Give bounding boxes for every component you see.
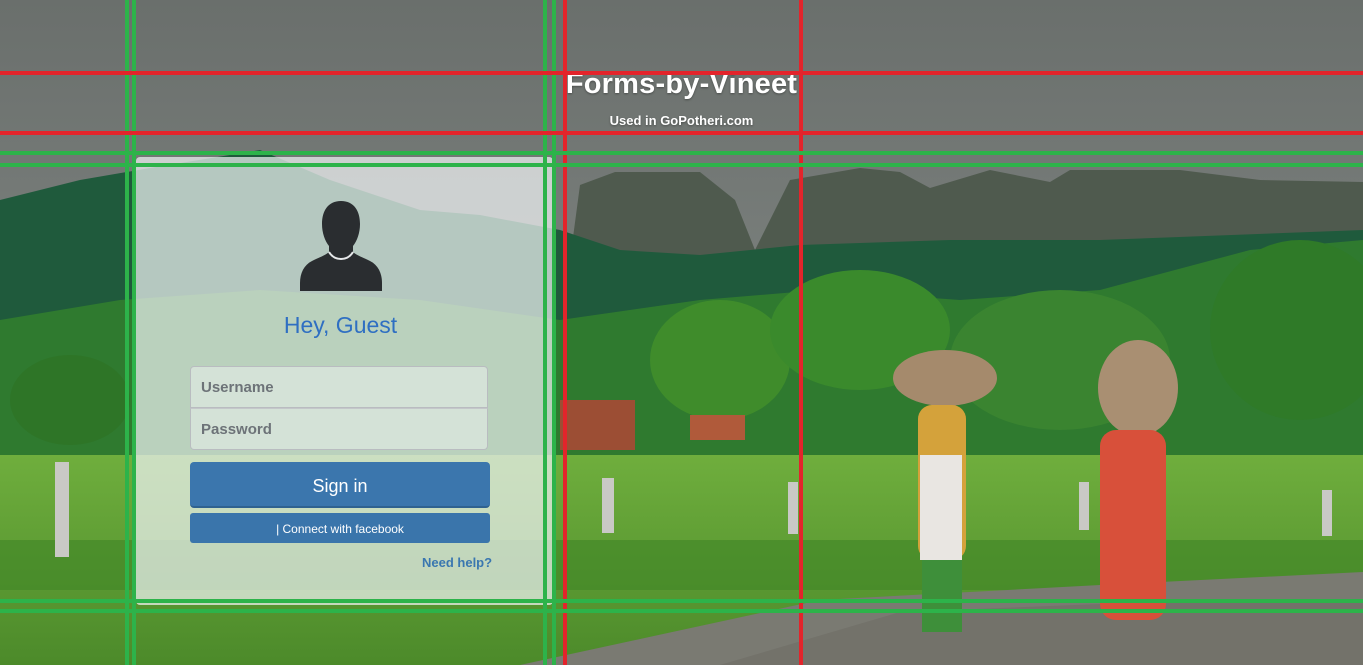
- guide-line-vertical: [552, 0, 556, 665]
- guide-line-vertical: [125, 0, 129, 665]
- user-silhouette-icon: [300, 201, 382, 291]
- sign-in-button[interactable]: Sign in: [190, 462, 490, 508]
- guide-line-horizontal: [0, 599, 1363, 603]
- guide-line-horizontal: [0, 71, 1363, 75]
- guide-line-horizontal: [0, 163, 1363, 167]
- connect-facebook-button[interactable]: | Connect with facebook: [190, 513, 490, 543]
- greeting-heading: Hey, Guest: [283, 312, 398, 338]
- guide-line-horizontal: [0, 131, 1363, 135]
- site-subtitle: Used in GoPotheri.com: [609, 113, 754, 128]
- guide-line-vertical: [563, 0, 567, 665]
- password-input[interactable]: [190, 408, 488, 450]
- login-card: Hey, Guest Sign in | Connect with facebo…: [136, 157, 553, 605]
- guide-line-horizontal: [0, 151, 1363, 155]
- guide-line-vertical: [799, 0, 803, 665]
- guide-line-horizontal: [0, 609, 1363, 613]
- guide-line-vertical: [543, 0, 547, 665]
- need-help-link[interactable]: Need help?: [422, 555, 492, 570]
- guide-line-vertical: [132, 0, 136, 665]
- username-input[interactable]: [190, 366, 488, 408]
